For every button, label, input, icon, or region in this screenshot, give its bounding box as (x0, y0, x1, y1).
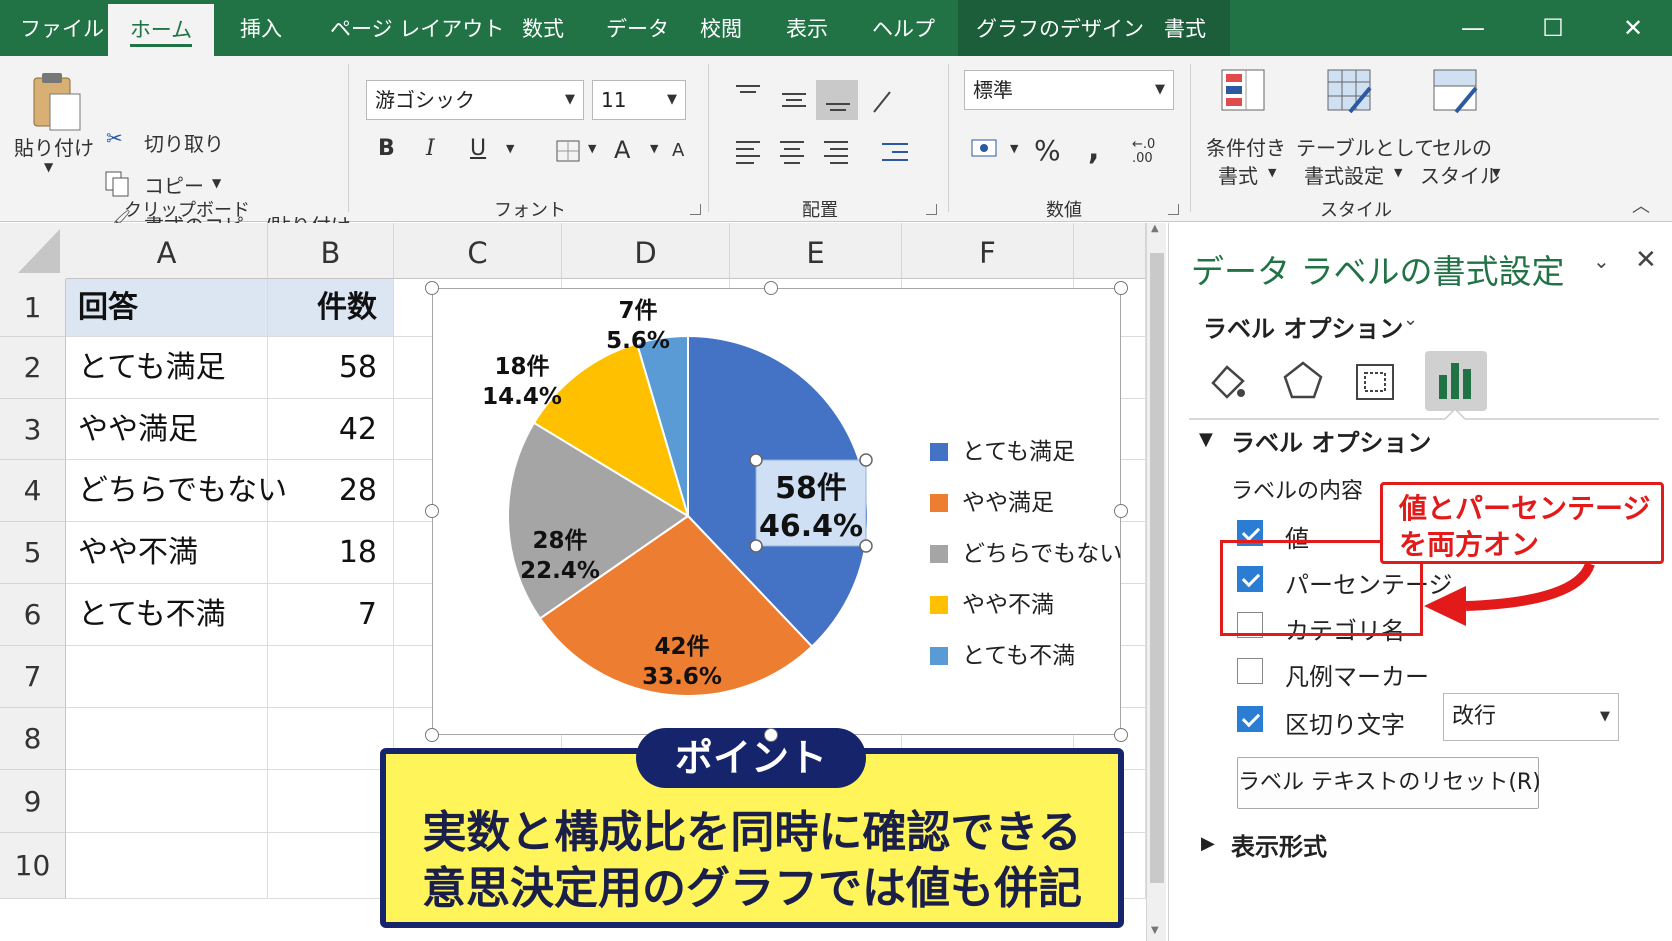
annotation-arrow-icon (1424, 562, 1595, 626)
legend-swatch (930, 494, 948, 512)
legend-entry-1[interactable]: とても満足 (930, 432, 1076, 465)
point-tag: ポイント (636, 728, 866, 788)
data-label-count-5[interactable]: 7件 (618, 298, 657, 324)
label-handle-1[interactable] (749, 453, 763, 467)
point-line-1: 実数と構成比を同時に確認できる (422, 807, 1082, 858)
separator-select[interactable]: 改行 ▼ (1443, 693, 1619, 741)
size-properties-icon[interactable] (1353, 359, 1397, 403)
fill-line-icon[interactable] (1205, 359, 1249, 403)
legend-label: どちらでもない (962, 541, 1123, 567)
data-label-count-2[interactable]: 42件 (654, 634, 709, 660)
data-label-percent-5[interactable]: 5.6% (606, 328, 670, 354)
label-options-section[interactable]: ラベル オプション (1231, 423, 1431, 458)
legend-label: とても不満 (962, 643, 1076, 669)
chart-resize-handle[interactable] (1114, 728, 1128, 742)
legend-swatch (930, 596, 948, 614)
chart-resize-handle[interactable] (425, 504, 439, 518)
legend-entry-4[interactable]: やや不満 (930, 585, 1054, 618)
legend-key-checkbox[interactable] (1237, 658, 1263, 684)
reset-label-text-button[interactable]: ラベル テキストのリセット(R) (1237, 757, 1541, 809)
chart-resize-handle[interactable] (1114, 281, 1128, 295)
effects-icon[interactable] (1281, 359, 1325, 403)
separator-label: 区切り文字 (1285, 711, 1405, 739)
legend-swatch (930, 647, 948, 665)
section-collapse-icon[interactable]: ▼ (1199, 429, 1213, 450)
data-label-percent-4[interactable]: 14.4% (482, 384, 562, 410)
bar-chart-icon (1439, 363, 1471, 399)
point-line-2: 意思決定用のグラフでは値も併記 (422, 863, 1082, 914)
label-options-tab-selected[interactable] (1425, 351, 1487, 411)
separator-checkbox[interactable] (1237, 706, 1263, 732)
pane-options-chevron-icon[interactable]: ⌄ (1593, 249, 1610, 273)
annotation-note-line1: 値とパーセンテージ (1399, 492, 1651, 525)
number-section[interactable]: 表示形式 (1231, 827, 1327, 862)
chart-resize-handle[interactable] (425, 281, 439, 295)
legend-key-label: 凡例マーカー (1285, 663, 1429, 691)
data-label-count-4[interactable]: 18件 (494, 354, 549, 380)
legend-label: とても満足 (962, 439, 1076, 465)
pane-title: データ ラベルの書式設定 (1191, 252, 1565, 291)
pane-divider (1189, 407, 1659, 420)
legend-entry-3[interactable]: どちらでもない (930, 534, 1123, 567)
legend-label: やや満足 (962, 490, 1054, 516)
label-handle-2[interactable] (859, 453, 873, 467)
chart-resize-handle[interactable] (764, 281, 778, 295)
chart-resize-handle[interactable] (425, 728, 439, 742)
excel-window: ファイル ホーム 挿入 ページ レイアウト 数式 データ 校閲 表示 ヘルプ グ… (0, 0, 1672, 941)
pane-close-icon[interactable]: ✕ (1635, 245, 1657, 275)
data-label-percent-2[interactable]: 33.6% (642, 664, 722, 690)
legend-swatch (930, 443, 948, 461)
data-label-percent-3[interactable]: 22.4% (520, 558, 600, 584)
legend-label: やや不満 (962, 592, 1054, 618)
data-label-count-3[interactable]: 28件 (532, 528, 587, 554)
data-label-count-1[interactable]: 58件 (775, 471, 847, 506)
chevron-down-icon[interactable]: ⌄ (1403, 309, 1418, 330)
legend-entry-2[interactable]: やや満足 (930, 483, 1054, 516)
section-expand-icon[interactable]: ▶ (1201, 833, 1215, 854)
label-options-dropdown[interactable]: ラベル オプション (1203, 309, 1403, 344)
chevron-down-icon: ▼ (1600, 709, 1610, 724)
chart-resize-handle[interactable] (1114, 504, 1128, 518)
chart-resize-handle[interactable] (764, 728, 778, 742)
annotation-note: 値とパーセンテージ を両方オン (1380, 482, 1664, 564)
data-label-percent-1[interactable]: 46.4% (759, 509, 863, 544)
legend-swatch (930, 545, 948, 563)
legend-entry-5[interactable]: とても不満 (930, 636, 1076, 669)
label-contents-heading: ラベルの内容 (1231, 479, 1364, 504)
